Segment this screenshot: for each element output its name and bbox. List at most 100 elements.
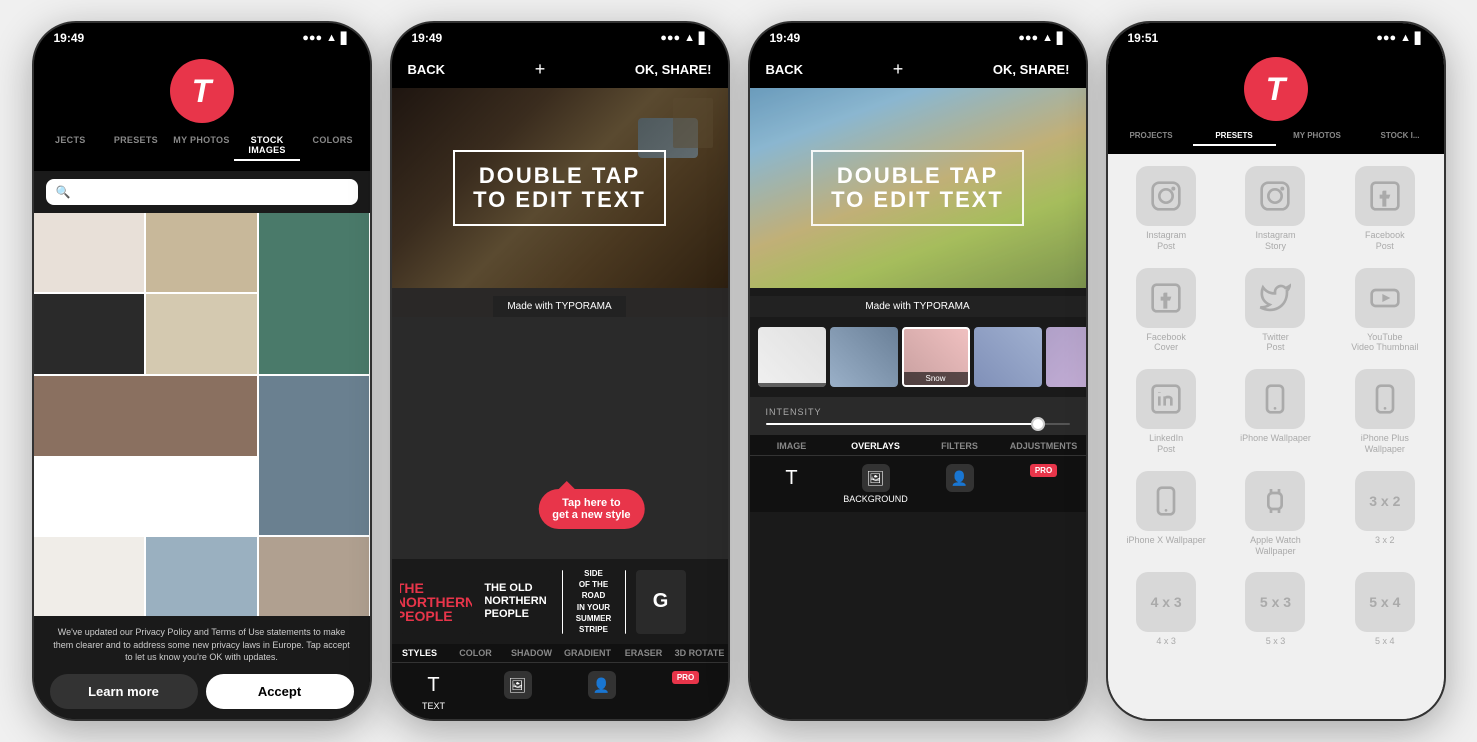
preset-facebook-cover[interactable]: FacebookCover <box>1124 268 1209 354</box>
overlay-extra[interactable] <box>1046 327 1086 387</box>
photo-cell-7[interactable] <box>259 376 370 535</box>
adjustments-tab-3[interactable]: ADJUSTMENTS <box>1002 441 1086 451</box>
text-icon-item-3[interactable]: T <box>750 464 834 504</box>
photo-cell-8[interactable] <box>34 537 145 616</box>
intensity-slider[interactable] <box>766 423 1070 425</box>
battery-icon-3: ▋ <box>1057 32 1065 45</box>
intensity-label: INTENSITY <box>766 407 1070 417</box>
back-button-3[interactable]: BACK <box>766 62 804 77</box>
search-input-wrapper[interactable]: 🔍 <box>46 179 358 205</box>
photo-cell-9[interactable] <box>146 537 257 616</box>
preset-3x2[interactable]: 3 x 2 3 x 2 <box>1342 471 1427 557</box>
preset-linkedin[interactable]: LinkedInPost <box>1124 369 1209 455</box>
pro-icon-item[interactable]: PRO <box>644 671 728 711</box>
tab-myphotos-4[interactable]: MY PHOTOS <box>1276 127 1359 146</box>
preset-twitter-post[interactable]: TwitterPost <box>1233 268 1318 354</box>
iphone-wallpaper-icon-box <box>1245 369 1305 429</box>
tab-stock-images[interactable]: STOCK IMAGES <box>234 131 300 161</box>
facebook-icon-1 <box>1369 180 1401 212</box>
style-item-4[interactable]: G <box>636 570 686 634</box>
tap-bubble-2[interactable]: Tap here toget a new style <box>538 489 644 529</box>
battery-icon: ▋ <box>341 32 349 45</box>
phone-2: 19:49 ●●● ▲ ▋ BACK + OK, SHARE! DOU <box>390 21 730 721</box>
status-bar-4: 19:51 ●●● ▲ ▋ <box>1108 23 1444 51</box>
nav-tabs-4[interactable]: PROJECTS PRESETS MY PHOTOS STOCK I... <box>1108 127 1444 146</box>
rotate-tab-2[interactable]: 3D ROTATE <box>672 648 728 658</box>
tab-presets[interactable]: PRESETS <box>103 131 169 161</box>
text-icon-3: T <box>778 464 806 492</box>
tab-presets-4[interactable]: PRESETS <box>1193 127 1276 146</box>
overlays-tab-3[interactable]: OVERLAYS <box>834 441 918 451</box>
canvas-image-2[interactable]: DOUBLE TAP TO EDIT TEXT <box>392 88 728 288</box>
slider-fill <box>766 423 1040 425</box>
photo-cell-3[interactable] <box>259 213 370 374</box>
tab-projects-4[interactable]: PROJECTS <box>1110 127 1193 146</box>
text-icon-item[interactable]: T TEXT <box>392 671 476 711</box>
pro-icon-item-3[interactable]: PRO <box>1002 464 1086 504</box>
overlay-bokeh[interactable] <box>974 327 1042 387</box>
preset-iphone-wallpaper[interactable]: iPhone Wallpaper <box>1233 369 1318 455</box>
slider-thumb[interactable] <box>1031 417 1045 431</box>
eraser-tab-2[interactable]: ERASER <box>616 648 672 658</box>
image-icon-item[interactable]: 🖼 <box>476 671 560 711</box>
text-overlay-3[interactable]: DOUBLE TAP TO EDIT TEXT <box>811 150 1024 226</box>
learn-more-button[interactable]: Learn more <box>50 674 198 709</box>
overlay-none[interactable] <box>758 327 826 387</box>
overlay-snow[interactable]: Snow <box>902 327 970 387</box>
person-icon-item-3[interactable]: 👤 <box>918 464 1002 504</box>
add-button-2[interactable]: + <box>535 59 546 80</box>
tab-projects[interactable]: JECTS <box>38 131 104 161</box>
tab-stock-4[interactable]: STOCK I... <box>1359 127 1442 146</box>
search-bar: 🔍 <box>34 171 370 213</box>
apple-watch-icon-box <box>1245 471 1305 531</box>
style-item-1[interactable]: THENORTHERNPEOPLE <box>400 570 472 634</box>
twitter-post-icon-box <box>1245 268 1305 328</box>
time-4: 19:51 <box>1128 31 1159 45</box>
overlay-dark[interactable] <box>830 327 898 387</box>
back-button-2[interactable]: BACK <box>408 62 446 77</box>
tab-myphotos[interactable]: MY PHOTOS <box>169 131 235 161</box>
preset-apple-watch[interactable]: Apple Watch Wallpaper <box>1233 471 1318 557</box>
preset-facebook-post[interactable]: FacebookPost <box>1342 166 1427 252</box>
preset-4x3[interactable]: 4 x 3 4 x 3 <box>1124 572 1209 647</box>
photo-cell-5[interactable] <box>146 294 257 373</box>
photo-cell-2[interactable] <box>146 213 257 292</box>
overlay-snow-label: Snow <box>904 372 968 385</box>
ok-share-button-3[interactable]: OK, SHARE! <box>993 62 1070 77</box>
linkedin-icon-box <box>1136 369 1196 429</box>
photo-cell-1[interactable] <box>34 213 145 292</box>
preset-iphonex-wallpaper[interactable]: iPhone X Wallpaper <box>1124 471 1209 557</box>
gradient-tab-2[interactable]: GRADIENT <box>560 648 616 658</box>
photo-cell-4[interactable] <box>34 294 145 373</box>
logo-letter-4: T <box>1266 71 1286 108</box>
preset-iphone-plus-wallpaper[interactable]: iPhone Plus Wallpaper <box>1342 369 1427 455</box>
tab-colors[interactable]: COLORS <box>300 131 366 161</box>
style-item-2[interactable]: THE OLDNORTHERNPEOPLE <box>480 570 552 634</box>
photo-cell-10[interactable] <box>259 537 370 616</box>
preset-instagram-post[interactable]: InstagramPost <box>1124 166 1209 252</box>
preset-youtube[interactable]: YouTubeVideo Thumbnail <box>1342 268 1427 354</box>
logo-letter: T <box>192 73 212 110</box>
style-item-3[interactable]: ON THE SIDEOF THE ROADIN YOUR SUMMERSTRI… <box>560 570 628 634</box>
ok-share-button-2[interactable]: OK, SHARE! <box>635 62 712 77</box>
accept-button[interactable]: Accept <box>206 674 354 709</box>
preset-5x4[interactable]: 5 x 4 5 x 4 <box>1342 572 1427 647</box>
image-tab-3[interactable]: IMAGE <box>750 441 834 451</box>
overlays-strip: Snow <box>750 317 1086 397</box>
text-overlay-2[interactable]: DOUBLE TAP TO EDIT TEXT <box>453 150 666 226</box>
preset-5x3[interactable]: 5 x 3 5 x 3 <box>1233 572 1318 647</box>
background-icon-item[interactable]: 🖼 BACKGROUND <box>834 464 918 504</box>
iphonex-icon <box>1150 485 1182 517</box>
add-button-3[interactable]: + <box>893 59 904 80</box>
linkedin-label: LinkedInPost <box>1149 433 1183 455</box>
filters-tab-3[interactable]: FILTERS <box>918 441 1002 451</box>
canvas-image-3[interactable]: DOUBLE TAP TO EDIT TEXT <box>750 88 1086 288</box>
shadow-tab-2[interactable]: SHADOW <box>504 648 560 658</box>
iphone-plus-icon-box <box>1355 369 1415 429</box>
nav-tabs-1[interactable]: JECTS PRESETS MY PHOTOS STOCK IMAGES COL… <box>34 131 370 161</box>
color-tab-2[interactable]: COLOR <box>448 648 504 658</box>
photo-cell-6[interactable] <box>34 376 257 456</box>
styles-tab-2[interactable]: STYLES <box>392 648 448 658</box>
person-icon-item[interactable]: 👤 <box>560 671 644 711</box>
preset-instagram-story[interactable]: InstagramStory <box>1233 166 1318 252</box>
